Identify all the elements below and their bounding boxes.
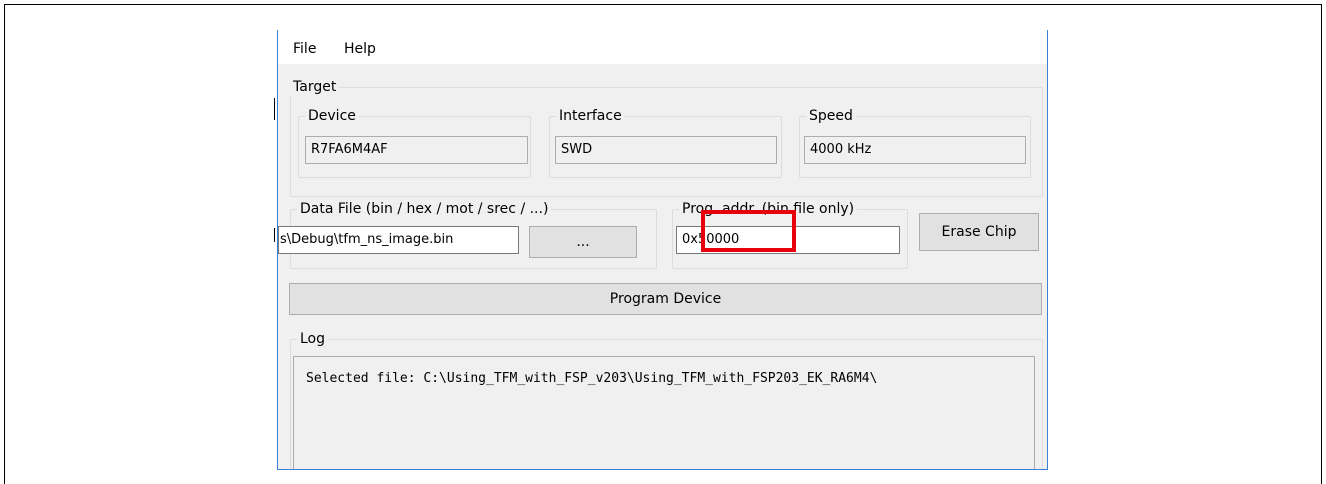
target-legend: Target (290, 78, 340, 96)
log-text: Selected file: C:\Using_TFM_with_FSP_v20… (306, 371, 878, 386)
interface-field[interactable]: SWD (555, 136, 777, 164)
flash-programmer-window: File Help Target Device R7FA6M4AF Interf… (277, 30, 1048, 470)
left-tick-mark (274, 228, 275, 242)
erase-chip-button[interactable]: Erase Chip (919, 213, 1039, 251)
menu-bar: File Help (278, 30, 1047, 64)
interface-legend: Interface (556, 107, 625, 125)
data-file-path-field[interactable]: s\Debug\tfm_ns_image.bin (278, 226, 519, 254)
highlight-annotation (701, 210, 796, 252)
log-output[interactable]: Selected file: C:\Using_TFM_with_FSP_v20… (293, 356, 1035, 469)
speed-field[interactable]: 4000 kHz (804, 136, 1026, 164)
browse-button[interactable]: ... (529, 226, 637, 258)
device-legend: Device (305, 107, 359, 125)
program-device-button[interactable]: Program Device (289, 283, 1042, 315)
data-file-legend: Data File (bin / hex / mot / srec / ...) (297, 200, 552, 218)
log-legend: Log (297, 330, 329, 348)
menu-file[interactable]: File (293, 41, 316, 57)
device-field[interactable]: R7FA6M4AF (305, 136, 528, 164)
speed-legend: Speed (806, 107, 856, 125)
menu-help[interactable]: Help (344, 41, 376, 57)
left-tick-mark (274, 98, 275, 120)
